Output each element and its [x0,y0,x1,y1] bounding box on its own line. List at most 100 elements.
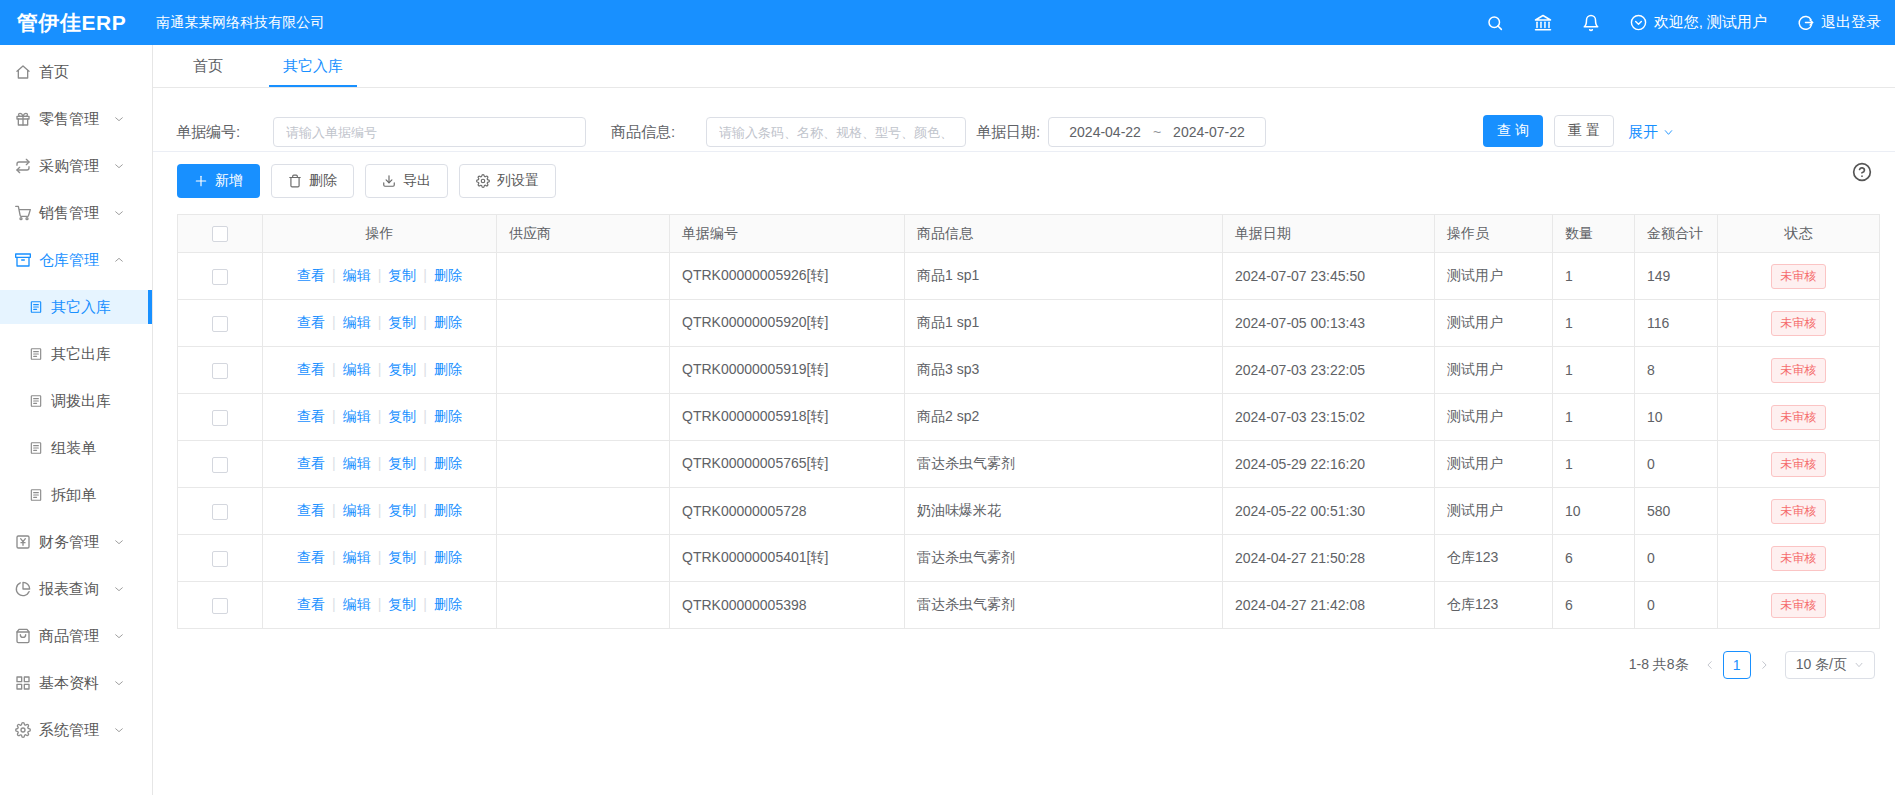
row-action-编辑[interactable]: 编辑 [343,408,371,424]
row-action-删除[interactable]: 删除 [434,455,462,471]
toolbar: 新增 删除 导出 列设置 [177,164,1895,198]
row-action-编辑[interactable]: 编辑 [343,314,371,330]
supplier-cell [497,582,670,629]
sidebar-item-商品管理[interactable]: 商品管理 [0,616,152,656]
logout-button[interactable]: 退出登录 [1797,13,1881,32]
search-icon[interactable] [1486,14,1504,32]
row-action-复制[interactable]: 复制 [388,314,416,330]
bell-icon[interactable] [1582,14,1600,32]
sidebar-subitem-组装单[interactable]: 组装单 [0,428,152,468]
sidebar-subitem-其它出库[interactable]: 其它出库 [0,334,152,374]
user-circle-icon [1630,14,1647,31]
checkbox-cell [178,347,263,394]
row-action-查看[interactable]: 查看 [297,408,325,424]
row-action-复制[interactable]: 复制 [388,502,416,518]
row-action-复制[interactable]: 复制 [388,549,416,565]
row-action-查看[interactable]: 查看 [297,502,325,518]
date-cell: 2024-04-27 21:50:28 [1223,535,1435,582]
row-action-删除[interactable]: 删除 [434,267,462,283]
row-checkbox[interactable] [212,410,228,426]
prev-page-icon[interactable] [1705,660,1715,670]
row-action-编辑[interactable]: 编辑 [343,549,371,565]
row-action-复制[interactable]: 复制 [388,267,416,283]
plus-icon [194,174,208,188]
row-checkbox[interactable] [212,457,228,473]
row-checkbox[interactable] [212,598,228,614]
row-checkbox[interactable] [212,269,228,285]
sidebar-item-报表查询[interactable]: 报表查询 [0,569,152,609]
welcome-user[interactable]: 欢迎您, 测试用户 [1630,13,1767,32]
row-action-查看[interactable]: 查看 [297,267,325,283]
expand-toggle[interactable]: 展开 [1628,117,1674,147]
row-action-删除[interactable]: 删除 [434,408,462,424]
bank-icon[interactable] [1534,14,1552,32]
sidebar-subitem-其它入库[interactable]: 其它入库 [0,287,152,327]
row-action-查看[interactable]: 查看 [297,455,325,471]
row-checkbox[interactable] [212,316,228,332]
date-range-picker[interactable]: 2024-04-22 ~ 2024-07-22 [1048,117,1266,147]
sidebar-item-销售管理[interactable]: 销售管理 [0,193,152,233]
row-actions: 查看|编辑|复制|删除 [263,253,497,300]
row-checkbox[interactable] [212,551,228,567]
row-action-编辑[interactable]: 编辑 [343,267,371,283]
date-to[interactable]: 2024-07-22 [1173,124,1245,140]
sidebar-item-系统管理[interactable]: 系统管理 [0,710,152,750]
sidebar-item-零售管理[interactable]: 零售管理 [0,99,152,139]
filterbar: 单据编号: 商品信息: 单据日期: 2024-04-22 ~ 2024-07-2… [153,88,1895,152]
action-separator: | [378,596,382,612]
basic-icon [15,675,31,691]
sidebar-subitem-调拨出库[interactable]: 调拨出库 [0,381,152,421]
next-page-icon[interactable] [1759,660,1769,670]
help-button[interactable] [1852,162,1872,182]
sidebar-item-首页[interactable]: 首页 [0,52,152,92]
row-action-删除[interactable]: 删除 [434,314,462,330]
row-action-复制[interactable]: 复制 [388,596,416,612]
row-action-编辑[interactable]: 编辑 [343,455,371,471]
export-button[interactable]: 导出 [365,164,448,198]
row-action-查看[interactable]: 查看 [297,361,325,377]
tab-首页[interactable]: 首页 [163,45,253,87]
date-from[interactable]: 2024-04-22 [1069,124,1141,140]
reset-button[interactable]: 重 置 [1554,115,1614,147]
row-action-删除[interactable]: 删除 [434,549,462,565]
status-cell: 未审核 [1718,441,1880,488]
row-action-编辑[interactable]: 编辑 [343,502,371,518]
action-separator: | [423,596,427,612]
delete-button[interactable]: 删除 [271,164,354,198]
sidebar-item-基本资料[interactable]: 基本资料 [0,663,152,703]
search-button[interactable]: 查 询 [1483,115,1543,147]
operator-cell: 测试用户 [1435,253,1553,300]
select-all-checkbox[interactable] [212,226,228,242]
row-action-复制[interactable]: 复制 [388,408,416,424]
status-badge: 未审核 [1771,358,1826,383]
tab-其它入库[interactable]: 其它入库 [253,45,373,87]
add-button[interactable]: 新增 [177,164,260,198]
page-size-select[interactable]: 10 条/页 [1785,651,1875,679]
sidebar-item-仓库管理[interactable]: 仓库管理 [0,240,152,280]
row-action-删除[interactable]: 删除 [434,596,462,612]
bill-no-input[interactable] [273,117,586,147]
row-action-编辑[interactable]: 编辑 [343,361,371,377]
action-separator: | [423,455,427,471]
row-checkbox[interactable] [212,504,228,520]
row-action-复制[interactable]: 复制 [388,455,416,471]
row-actions: 查看|编辑|复制|删除 [263,535,497,582]
row-checkbox[interactable] [212,363,228,379]
qty-cell: 6 [1553,535,1635,582]
row-action-复制[interactable]: 复制 [388,361,416,377]
product-info-input[interactable] [706,117,966,147]
row-action-删除[interactable]: 删除 [434,361,462,377]
column-settings-button[interactable]: 列设置 [459,164,556,198]
sidebar-subitem-拆卸单[interactable]: 拆卸单 [0,475,152,515]
sales-icon [15,205,31,221]
row-action-查看[interactable]: 查看 [297,596,325,612]
row-action-删除[interactable]: 删除 [434,502,462,518]
sidebar-item-采购管理[interactable]: 采购管理 [0,146,152,186]
page-number[interactable]: 1 [1723,651,1751,679]
row-action-查看[interactable]: 查看 [297,549,325,565]
sidebar-item-财务管理[interactable]: 财务管理 [0,522,152,562]
row-action-编辑[interactable]: 编辑 [343,596,371,612]
amount-cell: 0 [1635,582,1718,629]
row-action-查看[interactable]: 查看 [297,314,325,330]
logout-text: 退出登录 [1821,13,1881,32]
